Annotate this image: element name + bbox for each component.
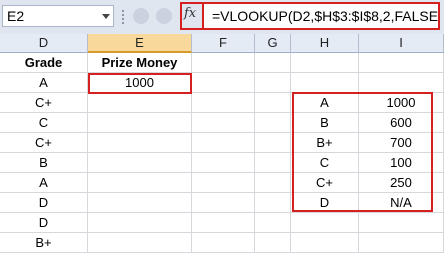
chevron-down-icon[interactable] [102,14,110,19]
cell-f2[interactable] [192,73,255,93]
cell-h9[interactable] [291,213,359,233]
cell-d2[interactable]: A [0,73,88,93]
cell-e8[interactable] [88,193,192,213]
column-header-d[interactable]: D [0,34,88,53]
enter-icon[interactable] [156,8,172,24]
cell-d10[interactable]: B+ [0,233,88,253]
cell-i2[interactable] [359,73,444,93]
column-header-e[interactable]: E [88,34,192,53]
cell-g9[interactable] [255,213,291,233]
cell-f8[interactable] [192,193,255,213]
cell-i10[interactable] [359,233,444,253]
cell-f6[interactable] [192,153,255,173]
cell-d1[interactable]: Grade [0,53,88,73]
cell-g6[interactable] [255,153,291,173]
cell-f9[interactable] [192,213,255,233]
cell-f4[interactable] [192,113,255,133]
cell-e7[interactable] [88,173,192,193]
cell-h10[interactable] [291,233,359,253]
cell-e6[interactable] [88,153,192,173]
cell-g1[interactable] [255,53,291,73]
cell-e3[interactable] [88,93,192,113]
cell-i1[interactable] [359,53,444,73]
cell-e4[interactable] [88,113,192,133]
cell-e10[interactable] [88,233,192,253]
cell-h4[interactable]: B [291,113,359,133]
formula-input[interactable]: =VLOOKUP(D2,$H$3:$I$8,2,FALSE) [202,2,440,30]
name-box[interactable]: E2 [2,5,114,27]
cell-e2[interactable]: 1000 [88,73,192,93]
cell-g2[interactable] [255,73,291,93]
spreadsheet-window: { "formula_bar": { "name_box": "E2", "fx… [0,0,444,259]
column-header-g[interactable]: G [255,34,291,53]
cell-h1[interactable] [291,53,359,73]
cell-i8[interactable]: N/A [359,193,444,213]
cell-i7[interactable]: 250 [359,173,444,193]
cell-g10[interactable] [255,233,291,253]
cell-h5[interactable]: B+ [291,133,359,153]
cell-h2[interactable] [291,73,359,93]
splitter-handle[interactable] [122,8,125,26]
cell-e5[interactable] [88,133,192,153]
cell-f1[interactable] [192,53,255,73]
cell-i4[interactable]: 600 [359,113,444,133]
cell-f10[interactable] [192,233,255,253]
cell-d9[interactable]: D [0,213,88,233]
cell-f7[interactable] [192,173,255,193]
cell-d4[interactable]: C [0,113,88,133]
cell-i6[interactable]: 100 [359,153,444,173]
column-header-i[interactable]: I [359,34,444,53]
cell-e9[interactable] [88,213,192,233]
cell-d5[interactable]: C+ [0,133,88,153]
cell-d8[interactable]: D [0,193,88,213]
cell-f3[interactable] [192,93,255,113]
cell-h7[interactable]: C+ [291,173,359,193]
cell-g3[interactable] [255,93,291,113]
cell-h6[interactable]: C [291,153,359,173]
cell-i9[interactable] [359,213,444,233]
cancel-icon[interactable] [133,8,149,24]
column-header-h[interactable]: H [291,34,359,53]
cell-g4[interactable] [255,113,291,133]
cell-i3[interactable]: 1000 [359,93,444,113]
column-header-f[interactable]: F [192,34,255,53]
cell-e1[interactable]: Prize Money [88,53,192,73]
formula-bar: E2 fx =VLOOKUP(D2,$H$3:$I$8,2,FALSE) [0,0,444,35]
cell-h8[interactable]: D [291,193,359,213]
cell-h3[interactable]: A [291,93,359,113]
insert-function-icon[interactable]: fx [184,6,196,21]
cell-d7[interactable]: A [0,173,88,193]
cell-d6[interactable]: B [0,153,88,173]
cell-f5[interactable] [192,133,255,153]
name-box-value: E2 [7,8,25,24]
cell-g8[interactable] [255,193,291,213]
cell-i5[interactable]: 700 [359,133,444,153]
cell-g7[interactable] [255,173,291,193]
cell-d3[interactable]: C+ [0,93,88,113]
cell-g5[interactable] [255,133,291,153]
